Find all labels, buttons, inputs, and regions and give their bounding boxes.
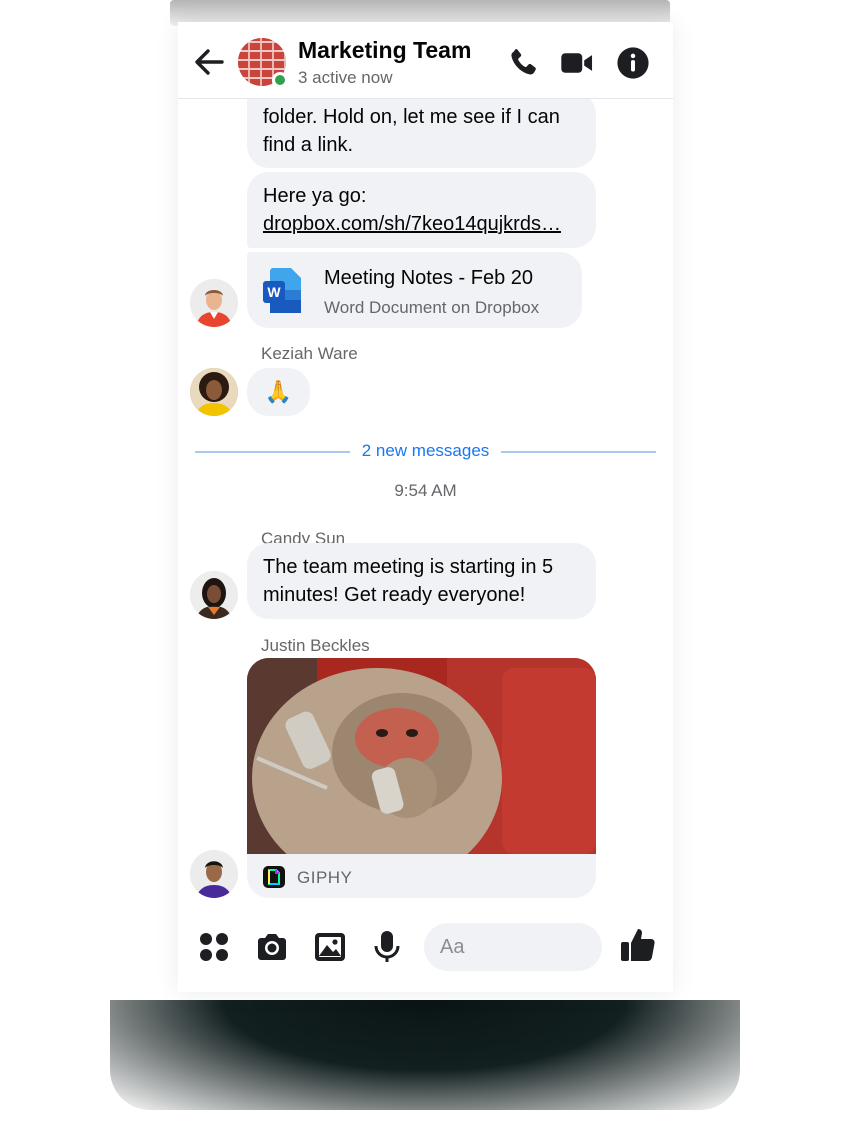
avatar-image bbox=[190, 279, 238, 327]
reaction-message[interactable]: 🙏 bbox=[247, 368, 310, 416]
svg-text:W: W bbox=[267, 284, 281, 300]
sender-name: Keziah Ware bbox=[261, 344, 358, 363]
message-bubble-link[interactable]: Here ya go: dropbox.com/sh/7keo14qujkrds… bbox=[247, 172, 596, 248]
attachment-subtitle: Word Document on Dropbox bbox=[324, 298, 540, 317]
info-icon[interactable] bbox=[616, 46, 650, 80]
avatar-image bbox=[190, 850, 238, 898]
message-bubble[interactable]: folder. Hold on, let me see if I can fin… bbox=[247, 92, 596, 168]
avatar[interactable] bbox=[190, 850, 238, 898]
divider-line bbox=[195, 451, 350, 453]
timestamp: 9:54 AM bbox=[394, 481, 457, 500]
file-attachment[interactable]: W Meeting Notes - Feb 20 Word Document o… bbox=[247, 252, 582, 328]
avatar-image bbox=[190, 571, 238, 619]
background-shadow-band bbox=[110, 1000, 740, 1110]
avatar[interactable] bbox=[190, 279, 238, 327]
dropbox-link[interactable]: dropbox.com/sh/7keo14qujkrds… bbox=[263, 210, 580, 238]
video-camera-icon[interactable] bbox=[560, 46, 594, 80]
divider-line bbox=[501, 451, 656, 453]
giphy-logo-icon bbox=[263, 866, 285, 888]
avatar[interactable] bbox=[190, 571, 238, 619]
phone-icon[interactable] bbox=[506, 46, 540, 80]
word-document-icon: W bbox=[263, 268, 301, 313]
gif-message[interactable]: GIPHY bbox=[247, 658, 596, 898]
gallery-icon[interactable] bbox=[312, 929, 348, 965]
chat-title[interactable]: Marketing Team bbox=[298, 37, 471, 64]
background-shadow-bottom bbox=[0, 1000, 851, 1124]
message-composer bbox=[178, 917, 673, 977]
chat-window: Marketing Team 3 active now folder. Hold… bbox=[178, 22, 673, 992]
message-input[interactable] bbox=[424, 923, 602, 971]
gif-image bbox=[247, 658, 596, 854]
message-bubble[interactable]: The team meeting is starting in 5 minute… bbox=[247, 543, 596, 619]
online-status-dot bbox=[272, 72, 288, 88]
active-status: 3 active now bbox=[298, 68, 393, 87]
group-avatar[interactable] bbox=[238, 38, 288, 88]
thumbs-up-icon[interactable] bbox=[618, 925, 658, 965]
gif-source-label: GIPHY bbox=[297, 868, 353, 887]
chat-header: Marketing Team 3 active now bbox=[178, 22, 673, 99]
new-messages-divider: 2 new messages bbox=[361, 441, 490, 460]
apps-grid-icon[interactable] bbox=[196, 929, 232, 965]
microphone-icon[interactable] bbox=[369, 929, 405, 965]
message-text: Here ya go: bbox=[263, 185, 367, 207]
avatar[interactable] bbox=[190, 368, 238, 416]
sender-name: Justin Beckles bbox=[261, 636, 370, 655]
back-arrow-icon[interactable] bbox=[192, 46, 226, 78]
camera-icon[interactable] bbox=[254, 929, 290, 965]
attachment-title: Meeting Notes - Feb 20 bbox=[324, 267, 533, 289]
avatar-image bbox=[190, 368, 238, 416]
